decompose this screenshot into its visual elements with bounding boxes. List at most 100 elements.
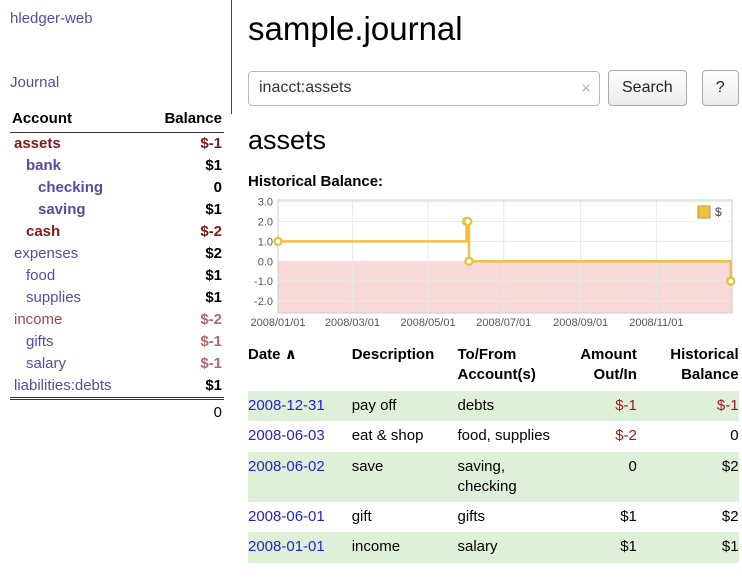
sidebar: hledger-web Journal Account Balance asse… bbox=[0, 0, 232, 582]
svg-text:$: $ bbox=[715, 205, 722, 219]
transaction-description: income bbox=[346, 532, 452, 562]
svg-text:2008/11/01: 2008/11/01 bbox=[629, 317, 683, 329]
register-header-accounts: To/From Account(s) bbox=[451, 342, 572, 391]
transaction-accounts: food, supplies bbox=[451, 421, 572, 451]
account-balance: $1 bbox=[144, 265, 224, 287]
account-row: liabilities:debts $1 bbox=[10, 375, 224, 399]
account-row: supplies $1 bbox=[10, 287, 224, 309]
svg-text:-1.0: -1.0 bbox=[254, 276, 273, 288]
transaction-date-link[interactable]: 2008-06-01 bbox=[248, 508, 325, 525]
accounts-header-balance: Balance bbox=[144, 107, 224, 133]
transaction-amount: $1 bbox=[572, 502, 643, 532]
account-line: checking bbox=[457, 477, 566, 497]
transaction-date-link[interactable]: 2008-12-31 bbox=[248, 397, 325, 414]
transaction-date-link[interactable]: 2008-01-01 bbox=[248, 538, 325, 555]
account-link-gifts[interactable]: gifts bbox=[26, 333, 54, 350]
account-line: gifts bbox=[457, 507, 566, 527]
accounts-header-row: Account Balance bbox=[10, 107, 224, 133]
date-header-label: Date bbox=[248, 346, 281, 363]
historical-balance-chart: 3.02.01.00.0-1.0-2.02008/01/012008/03/01… bbox=[248, 196, 735, 330]
account-row: income $-2 bbox=[10, 309, 224, 331]
svg-text:2008/05/01: 2008/05/01 bbox=[401, 317, 456, 329]
accounts-table: Account Balance assets $-1 bank $1 check… bbox=[10, 107, 224, 424]
account-balance: $-2 bbox=[144, 221, 224, 243]
register-header-balance: Historical Balance bbox=[643, 342, 739, 391]
clear-search-icon[interactable]: × bbox=[581, 80, 591, 97]
accounts-total-value: 0 bbox=[144, 399, 224, 425]
svg-text:2008/03/01: 2008/03/01 bbox=[325, 317, 380, 329]
account-link-liabilities-debts[interactable]: liabilities:debts bbox=[14, 377, 112, 394]
register-row: 2008-12-31 pay off debts $-1 $-1 bbox=[248, 391, 739, 421]
account-balance: $1 bbox=[144, 287, 224, 309]
account-link-cash[interactable]: cash bbox=[26, 223, 60, 240]
transaction-date-link[interactable]: 2008-06-02 bbox=[248, 458, 325, 475]
transaction-balance: $2 bbox=[643, 502, 739, 532]
account-row: cash $-2 bbox=[10, 221, 224, 243]
svg-text:2008/07/01: 2008/07/01 bbox=[476, 317, 531, 329]
account-row: assets $-1 bbox=[10, 133, 224, 156]
account-link-salary[interactable]: salary bbox=[26, 355, 66, 372]
accounts-header-line: To/From bbox=[457, 345, 566, 365]
transaction-amount: $-1 bbox=[572, 391, 643, 421]
transaction-balance: $1 bbox=[643, 532, 739, 562]
account-balance: $-1 bbox=[144, 353, 224, 375]
search-box: × bbox=[248, 71, 600, 106]
account-link-expenses[interactable]: expenses bbox=[14, 245, 78, 262]
svg-text:2008/01/01: 2008/01/01 bbox=[250, 317, 305, 329]
account-balance: $1 bbox=[144, 199, 224, 221]
sidebar-item-journal[interactable]: Journal bbox=[10, 74, 224, 91]
account-row: gifts $-1 bbox=[10, 331, 224, 353]
accounts-header-line: Account(s) bbox=[457, 365, 566, 385]
account-link-supplies[interactable]: supplies bbox=[26, 289, 81, 306]
app-title-link[interactable]: hledger-web bbox=[10, 10, 224, 27]
svg-text:0.0: 0.0 bbox=[258, 256, 273, 268]
register-row: 2008-06-02 save saving, checking 0 $2 bbox=[248, 452, 739, 503]
account-link-income[interactable]: income bbox=[14, 311, 62, 328]
app-root: hledger-web Journal Account Balance asse… bbox=[0, 0, 742, 582]
account-link-food[interactable]: food bbox=[26, 267, 55, 284]
transaction-amount: 0 bbox=[572, 452, 643, 503]
transaction-description: save bbox=[346, 452, 452, 503]
account-row: checking 0 bbox=[10, 177, 224, 199]
main-content: sample.journal × Search ? assets Histori… bbox=[232, 0, 742, 582]
account-balance: $-1 bbox=[144, 331, 224, 353]
register-header-date: Date ∧ bbox=[248, 342, 346, 391]
transaction-description: gift bbox=[346, 502, 452, 532]
transaction-description: pay off bbox=[346, 391, 452, 421]
page-title: sample.journal bbox=[248, 10, 739, 48]
account-heading: assets bbox=[248, 125, 739, 156]
transaction-accounts: debts bbox=[451, 391, 572, 421]
account-line: food, supplies bbox=[457, 426, 566, 446]
search-bar: × Search ? bbox=[248, 70, 739, 106]
register-row: 2008-06-03 eat & shop food, supplies $-2… bbox=[248, 421, 739, 451]
account-row: bank $1 bbox=[10, 155, 224, 177]
account-row: expenses $2 bbox=[10, 243, 224, 265]
account-balance: $-1 bbox=[144, 133, 224, 156]
account-line: debts bbox=[457, 396, 566, 416]
accounts-total-row: 0 bbox=[10, 399, 224, 425]
balance-header-line: Historical bbox=[649, 345, 739, 365]
account-link-assets[interactable]: assets bbox=[14, 135, 61, 152]
account-balance: $1 bbox=[144, 375, 224, 399]
sort-ascending-icon: ∧ bbox=[285, 346, 297, 363]
account-row: food $1 bbox=[10, 265, 224, 287]
page: { "app_title": "hledger-web", "colors": … bbox=[0, 0, 742, 582]
register-row: 2008-06-01 gift gifts $1 $2 bbox=[248, 502, 739, 532]
account-link-bank[interactable]: bank bbox=[26, 157, 61, 174]
account-link-checking[interactable]: checking bbox=[38, 179, 103, 196]
search-button[interactable]: Search bbox=[608, 70, 687, 106]
account-row: saving $1 bbox=[10, 199, 224, 221]
account-row: salary $-1 bbox=[10, 353, 224, 375]
transaction-balance: $2 bbox=[643, 452, 739, 503]
account-balance: $2 bbox=[144, 243, 224, 265]
transaction-date-link[interactable]: 2008-06-03 bbox=[248, 427, 325, 444]
register-header-amount: Amount Out/In bbox=[572, 342, 643, 391]
transaction-amount: $1 bbox=[572, 532, 643, 562]
search-input[interactable] bbox=[248, 71, 600, 106]
transaction-accounts: saving, checking bbox=[451, 452, 572, 503]
help-button[interactable]: ? bbox=[702, 70, 739, 106]
account-balance: $-2 bbox=[144, 309, 224, 331]
transaction-balance: $-1 bbox=[643, 391, 739, 421]
account-link-saving[interactable]: saving bbox=[38, 201, 86, 218]
transaction-accounts: gifts bbox=[451, 502, 572, 532]
